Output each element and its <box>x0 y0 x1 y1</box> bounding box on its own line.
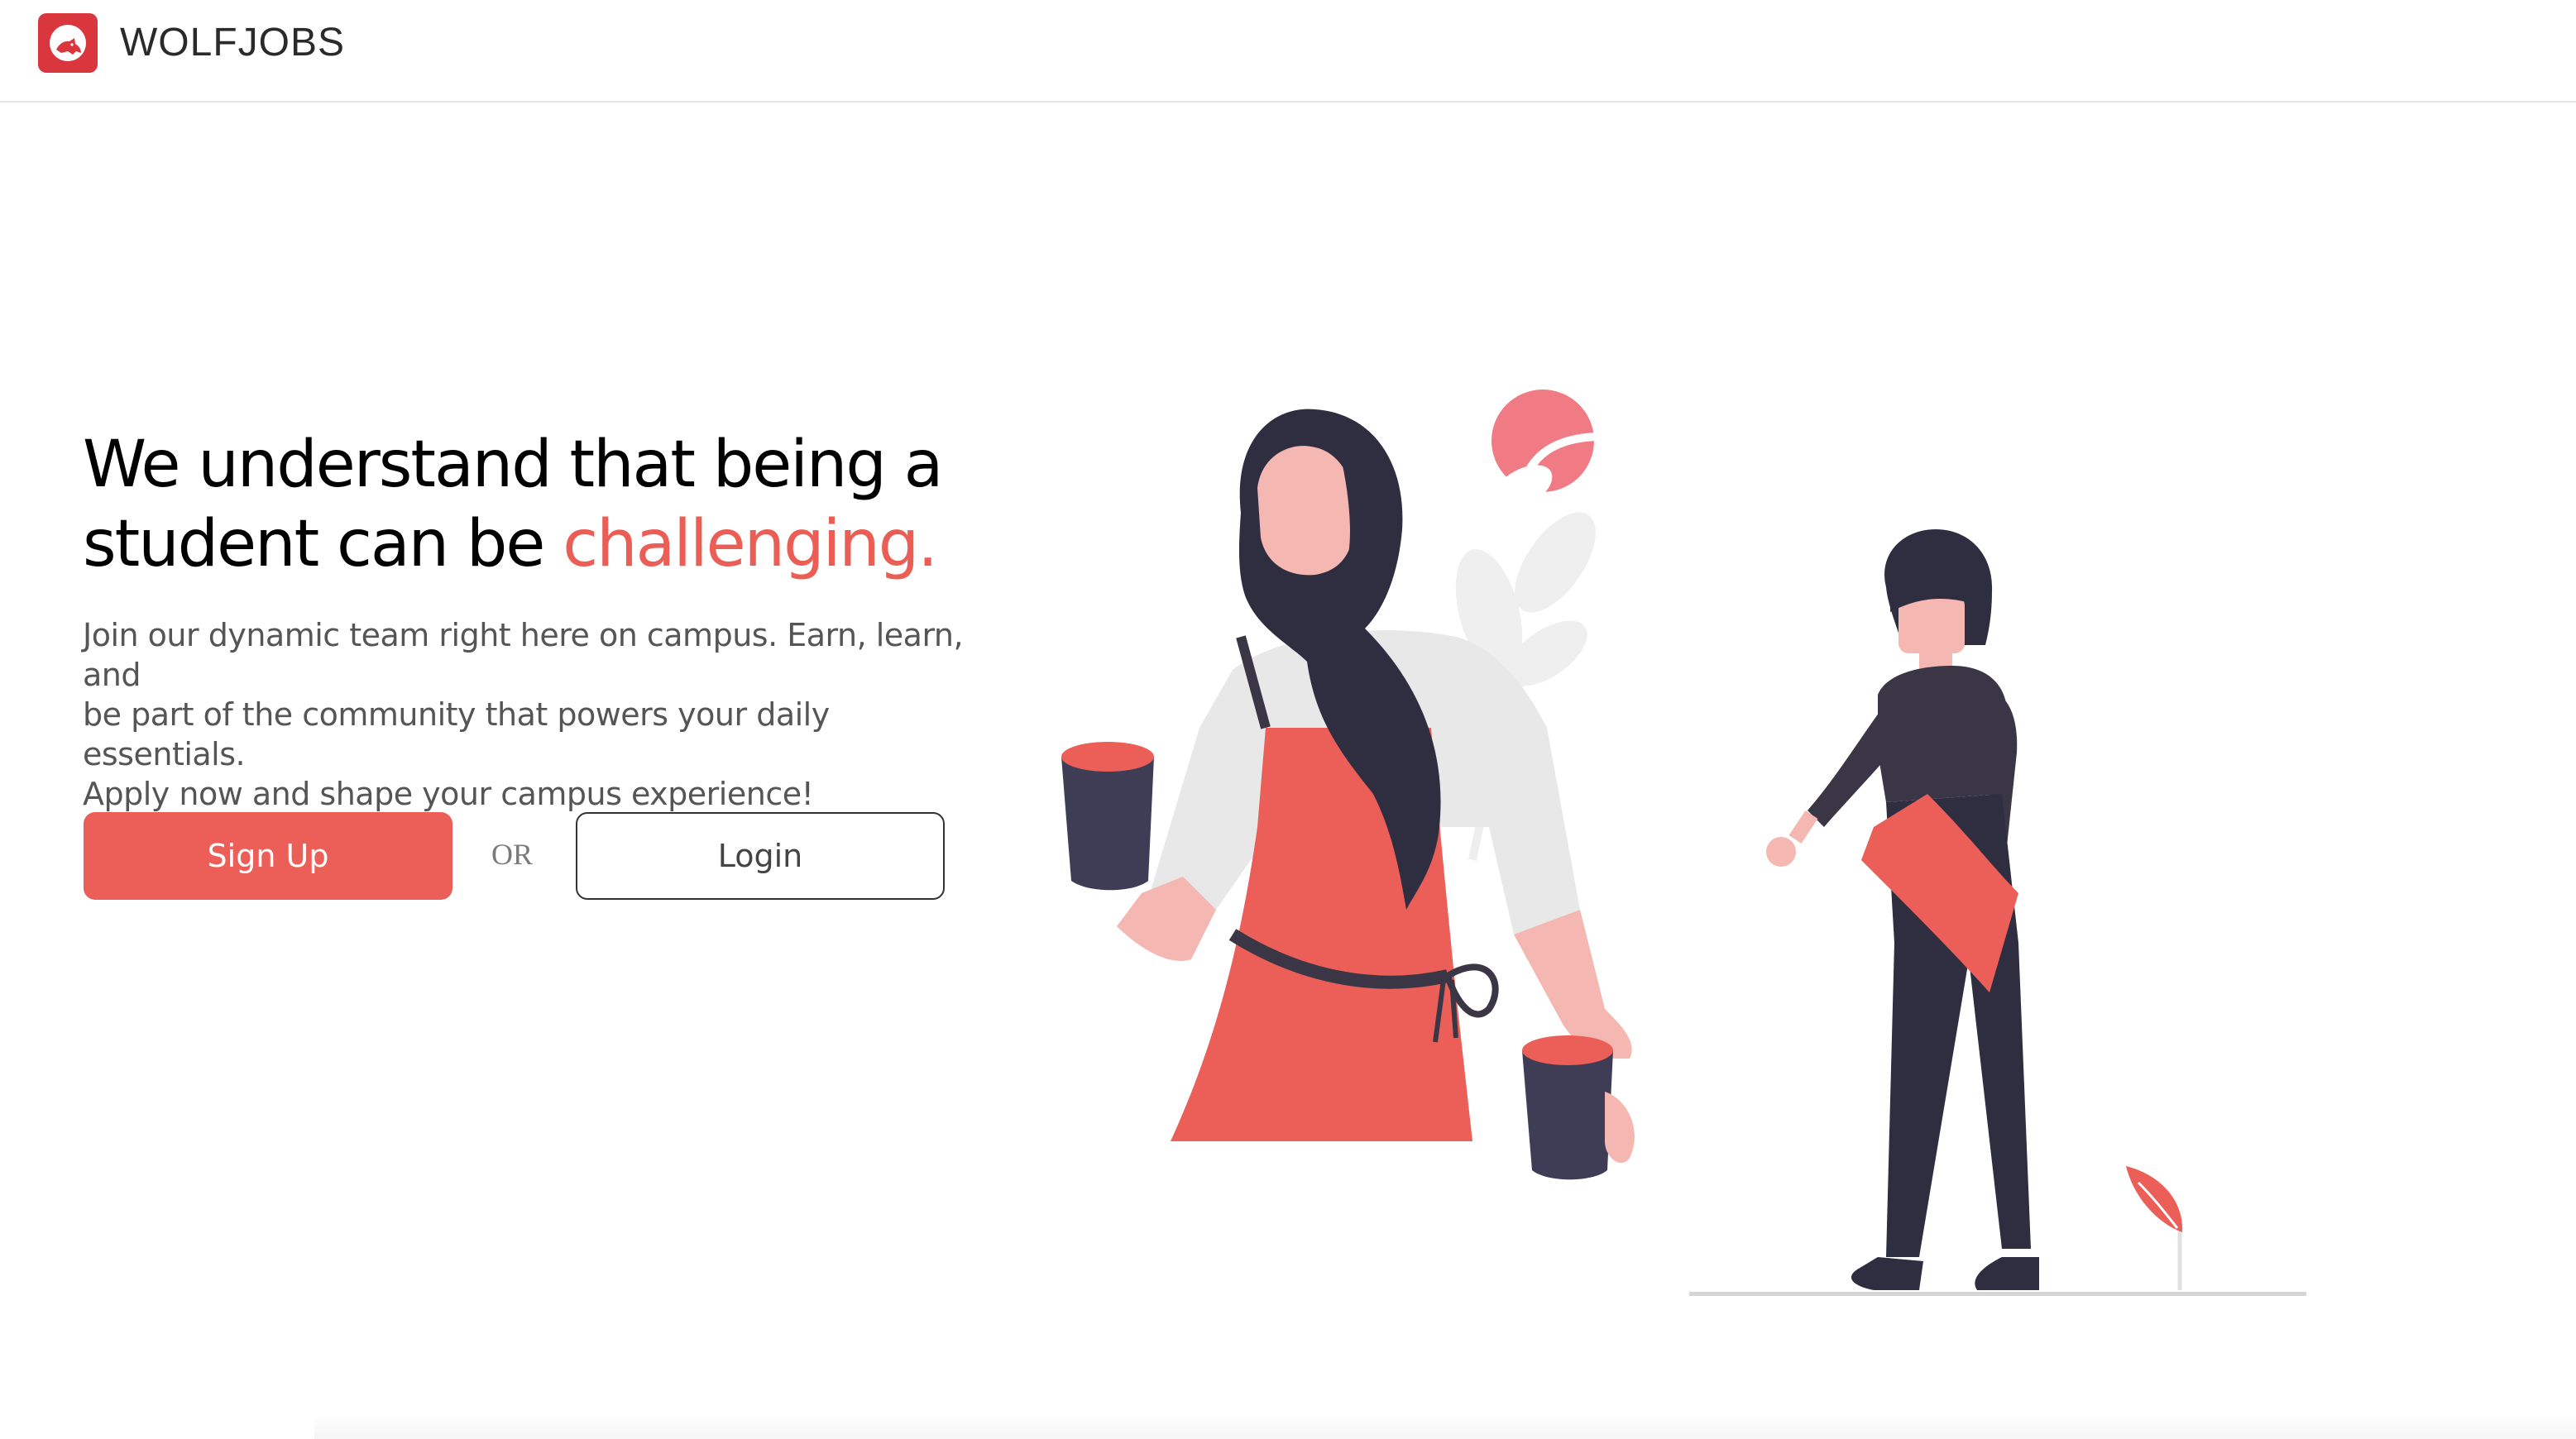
headline-accent: challenging. <box>563 507 938 581</box>
bottom-fade <box>314 1414 2576 1439</box>
top-header: WOLFJOBS <box>0 0 2576 103</box>
wolf-logo-icon[interactable] <box>38 13 98 73</box>
or-separator: OR <box>491 838 534 871</box>
headline-line-2: student can be <box>83 507 563 581</box>
login-button[interactable]: Login <box>576 812 945 900</box>
subtext-line-2: be part of the community that powers you… <box>83 696 830 772</box>
subtext-line-1: Join our dynamic team right here on camp… <box>83 617 964 693</box>
subtext-line-3: Apply now and shape your campus experien… <box>83 776 814 812</box>
headline-line-1: We understand that being a <box>83 428 943 502</box>
sign-up-button[interactable]: Sign Up <box>84 812 452 900</box>
page-headline: We understand that being a student can b… <box>83 425 993 584</box>
barista-and-customer-illustration <box>1026 364 2316 1318</box>
hero-description: Join our dynamic team right here on camp… <box>83 615 1001 814</box>
landing-page: WOLFJOBS We understand that being a stud… <box>0 0 2576 1439</box>
brand-name[interactable]: WOLFJOBS <box>120 17 345 69</box>
